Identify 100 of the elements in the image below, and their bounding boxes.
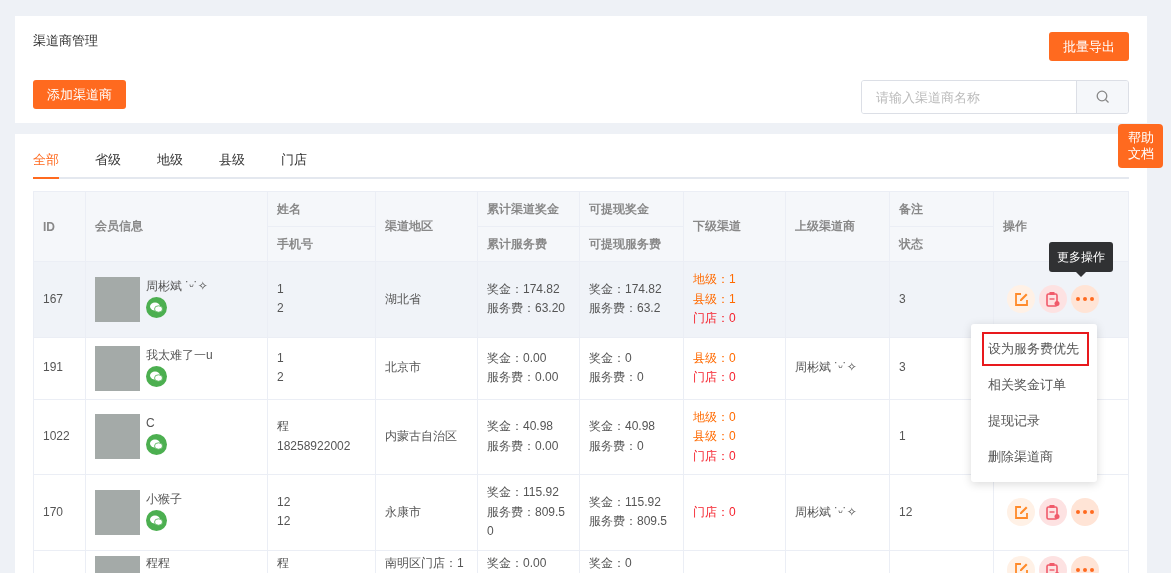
tooltip: 更多操作: [1049, 242, 1113, 272]
sub-channel-count: 地级：1: [693, 271, 737, 288]
more-icon: [1076, 567, 1094, 572]
avatar-photo-placeholder: [95, 345, 140, 391]
total-amount: 服务费：0.00: [487, 369, 560, 386]
column-header: 下级渠道: [683, 191, 786, 262]
status-cell: 3: [899, 360, 906, 375]
column-header: 可提现服务费: [579, 226, 684, 262]
status-cell: 1: [899, 429, 906, 443]
id-cell: 170: [43, 504, 64, 519]
contact-text: 2: [277, 369, 285, 386]
total-amount: 服务费：0.00: [487, 437, 560, 455]
menu-item[interactable]: 提现记录: [982, 404, 1089, 438]
contact-text: 程: [277, 418, 290, 436]
member-name: 我太难了一u: [146, 346, 213, 364]
filter-tab[interactable]: 省级: [95, 147, 121, 179]
search-icon: [1095, 90, 1110, 104]
member-name: 周彬斌 ˙ᵕ˙✧: [146, 277, 208, 295]
more-button[interactable]: [1071, 285, 1099, 314]
column-header: 累计服务费: [477, 226, 580, 262]
total-amount: 奖金：40.98: [487, 418, 555, 436]
total-amount: 奖金：115.92: [487, 484, 560, 501]
contact-text: 1: [277, 349, 285, 367]
search-button[interactable]: [1076, 81, 1128, 113]
withdrawable-amount: 奖金：115.92: [589, 493, 662, 511]
contact-text: 1: [277, 280, 285, 298]
status-cell: 12: [899, 504, 913, 519]
parent-channel: 周彬斌 ˙ᵕ˙✧: [795, 360, 857, 375]
search-field[interactable]: 请输入渠道商名称: [861, 80, 1129, 114]
avatar-photo-placeholder: [95, 414, 140, 460]
clipboard-icon: [1046, 561, 1060, 573]
sub-channel-count: 县级：0: [693, 349, 737, 367]
sub-channel-count: 门店：0: [693, 310, 737, 327]
edit-button[interactable]: [1007, 285, 1035, 314]
region-cell-text: 北京市: [385, 359, 422, 377]
id-cell: 191: [43, 360, 64, 375]
total-amount: 服务费：809.50: [487, 503, 567, 540]
edit-icon: [1013, 562, 1029, 573]
clipboard-icon: [1046, 291, 1060, 308]
contact-text: 18258922002: [277, 437, 352, 455]
edit-icon: [1013, 504, 1029, 520]
clipboard-button[interactable]: [1039, 285, 1067, 314]
id-cell: 1022: [43, 429, 70, 443]
id-cell: 167: [43, 291, 64, 306]
member-name: 程程: [146, 555, 170, 571]
column-header: 备注: [889, 191, 994, 227]
avatar-photo-placeholder: [95, 276, 140, 322]
clipboard-button[interactable]: [1039, 498, 1067, 527]
column-header: 状态: [889, 226, 994, 262]
member-name: C: [146, 415, 156, 433]
contact-text: 2: [277, 300, 285, 318]
column-header: 姓名: [267, 191, 376, 227]
filter-tab[interactable]: 门店: [281, 147, 307, 179]
sub-channel-count: 县级：1: [693, 290, 737, 308]
sub-channel-count: 县级：0: [693, 428, 737, 445]
contact-text: 12: [277, 493, 292, 511]
column-header: 可提现奖金: [579, 191, 684, 227]
column-header: 会员信息: [85, 191, 268, 262]
region-cell-text: 内蒙古自治区: [385, 428, 458, 445]
withdrawable-amount: 奖金：0: [589, 555, 633, 571]
region-cell-text: 永康市: [385, 503, 422, 521]
total-amount: 奖金：174.82: [487, 280, 561, 298]
sub-channel-count: 地级：0: [693, 408, 737, 426]
column-header: ID: [33, 191, 86, 262]
total-amount: 服务费：63.20: [487, 300, 567, 318]
withdrawable-amount: 服务费：0: [589, 437, 645, 455]
more-icon: [1076, 510, 1094, 515]
clipboard-icon: [1046, 504, 1060, 521]
filter-tab[interactable]: 县级: [219, 147, 245, 179]
menu-item[interactable]: 相关奖金订单: [982, 368, 1089, 402]
region-cell-text: 湖北省: [385, 290, 422, 308]
filter-tab[interactable]: 地级: [157, 147, 183, 179]
total-amount: 奖金：0.00: [487, 555, 548, 571]
sub-channel-count: 门店：0: [693, 447, 737, 465]
withdrawable-amount: 奖金：0: [589, 349, 633, 367]
column-header: 累计渠道奖金: [477, 191, 580, 227]
withdrawable-amount: 服务费：809.5: [589, 513, 669, 531]
column-header: 上级渠道商: [785, 191, 890, 262]
withdrawable-amount: 奖金：40.98: [589, 418, 657, 436]
parent-channel: 周彬斌 ˙ᵕ˙✧: [795, 504, 857, 519]
page-title: 渠道商管理: [33, 32, 99, 50]
menu-item[interactable]: 删除渠道商: [982, 440, 1089, 474]
withdrawable-amount: 服务费：63.2: [589, 300, 662, 318]
sub-channel-count: 门店：0: [693, 369, 737, 386]
edit-button[interactable]: [1007, 498, 1035, 527]
contact-text: 程: [277, 555, 290, 571]
status-cell: 3: [899, 291, 906, 306]
tooltip-pointer: [1076, 272, 1086, 277]
avatar-photo-placeholder: [95, 489, 140, 535]
sub-channel-count: 门店：0: [693, 503, 737, 521]
region-cell-text: 南明区门店：1: [385, 555, 465, 571]
column-header: 手机号: [267, 226, 376, 262]
more-icon: [1076, 297, 1094, 302]
contact-text: 12: [277, 513, 292, 531]
edit-icon: [1013, 291, 1029, 307]
menu-item[interactable]: 设为服务费优先: [982, 332, 1089, 366]
total-amount: 奖金：0.00: [487, 349, 548, 367]
more-button[interactable]: [1071, 498, 1099, 527]
member-name: 小猴子: [146, 490, 182, 508]
column-header: 渠道地区: [375, 191, 478, 262]
